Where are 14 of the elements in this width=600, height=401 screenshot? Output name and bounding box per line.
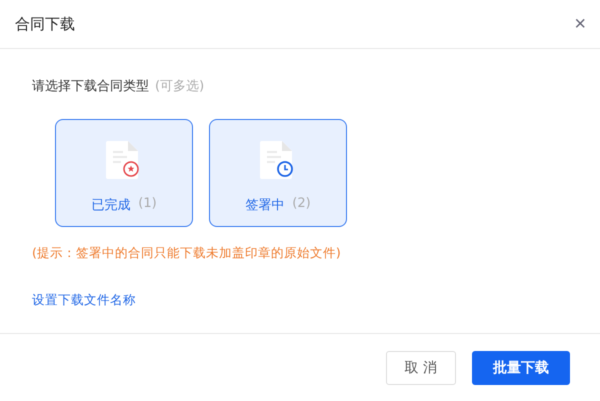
contract-type-option[interactable]: 已完成 (1) — [55, 119, 193, 227]
prompt-note: (可多选) — [155, 78, 204, 95]
contract-type-option[interactable]: 签署中 (2) — [209, 119, 347, 227]
download-button[interactable]: 批量下载 — [472, 350, 570, 384]
option-label: 签署中 — [245, 197, 284, 214]
hint-text: (提示：签署中的合同只能下载未加盖印章的原始文件) — [32, 245, 342, 262]
cancel-button[interactable]: 取 消 — [386, 350, 456, 384]
dialog-title: 合同下载 — [15, 14, 75, 34]
option-label: 已完成 — [91, 197, 130, 214]
option-count: (2) — [292, 196, 311, 213]
option-count: (1) — [138, 196, 157, 213]
prompt-label: 请选择下载合同类型 — [32, 78, 149, 95]
file-name-link[interactable]: 设置下载文件名称 — [32, 292, 136, 309]
close-button[interactable]: × — [574, 14, 586, 34]
